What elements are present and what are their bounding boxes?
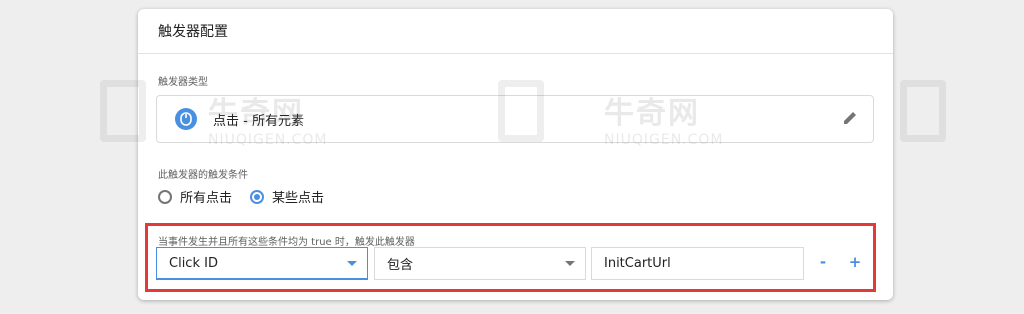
trigger-type-label: 触发器类型 bbox=[158, 77, 208, 88]
watermark-logo-left bbox=[100, 80, 146, 142]
radio-some-clicks[interactable]: 某些点击 bbox=[250, 187, 324, 206]
watermark-logo-right bbox=[900, 80, 946, 142]
radio-group: 所有点击 某些点击 bbox=[158, 187, 342, 206]
radio-all-clicks-label: 所有点击 bbox=[180, 191, 233, 206]
condition-section-label: 此触发器的触发条件 bbox=[158, 170, 248, 181]
watermark-logo-center bbox=[498, 80, 544, 142]
radio-all-clicks-circle[interactable] bbox=[158, 189, 172, 204]
radio-some-clicks-label: 某些点击 bbox=[272, 191, 325, 206]
operator-value: 包含 bbox=[387, 258, 414, 273]
card-header: 触发器配置 bbox=[138, 9, 893, 54]
condition-label: 当事件发生并且所有这些条件均为 true 时，触发此触发器 bbox=[158, 237, 415, 248]
trigger-type-value: 点击 - 所有元素 bbox=[213, 113, 304, 129]
edit-pencil-icon[interactable] bbox=[841, 109, 859, 127]
card-title: 触发器配置 bbox=[158, 24, 228, 40]
dropdown-caret-icon bbox=[347, 261, 357, 266]
condition-value: InitCartUrl bbox=[604, 256, 671, 271]
remove-condition-button[interactable]: - bbox=[814, 253, 832, 271]
add-condition-button[interactable]: + bbox=[846, 253, 864, 271]
condition-value-input[interactable]: InitCartUrl bbox=[591, 247, 804, 280]
radio-all-clicks[interactable]: 所有点击 bbox=[158, 187, 232, 206]
radio-some-clicks-circle[interactable] bbox=[250, 189, 265, 204]
dropdown-caret-icon bbox=[565, 261, 575, 266]
mouse-icon bbox=[175, 108, 197, 130]
variable-value: Click ID bbox=[169, 255, 218, 271]
operator-dropdown[interactable]: 包含 bbox=[374, 247, 586, 280]
variable-dropdown[interactable]: Click ID bbox=[156, 247, 368, 280]
